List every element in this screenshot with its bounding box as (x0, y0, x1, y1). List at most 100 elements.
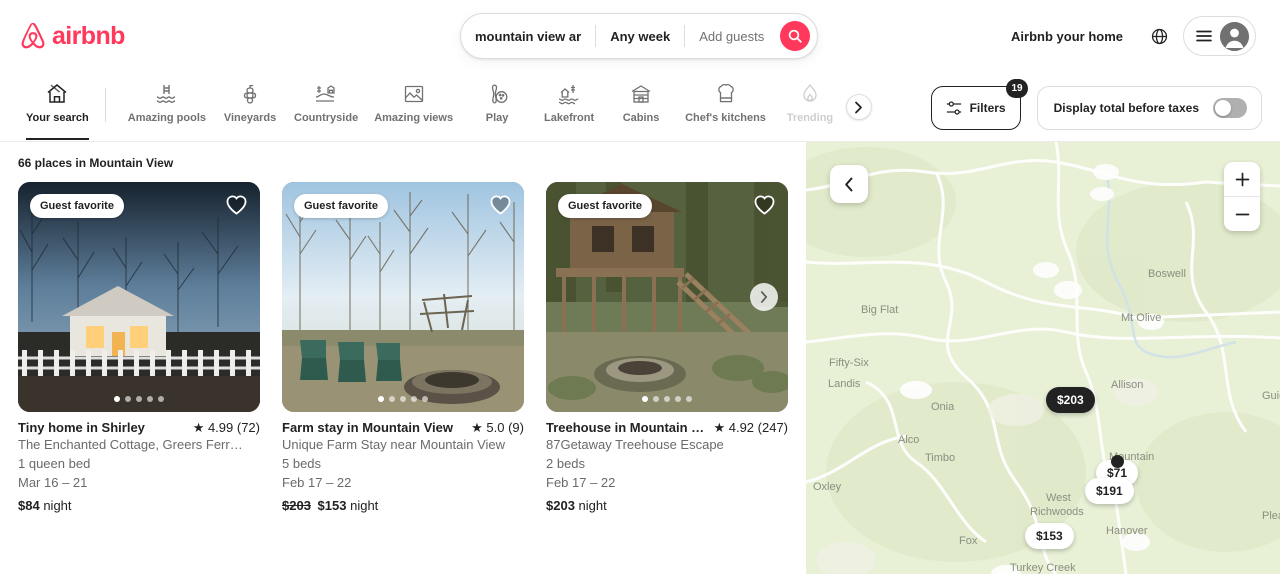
listing-grid: Guest favorite Tiny home in Shirley ★ 4.… (18, 182, 788, 513)
listing-details: Tiny home in Shirley ★ 4.99 (72) The Enc… (18, 412, 260, 513)
carousel-dot[interactable] (136, 396, 142, 402)
search-dates-input[interactable]: Any week (596, 14, 684, 58)
category-countryside[interactable]: Countryside (286, 80, 366, 132)
carousel-dot[interactable] (400, 396, 406, 402)
guest-favorite-badge: Guest favorite (294, 194, 388, 218)
carousel-next-button[interactable] (750, 283, 778, 311)
image-carousel-dots[interactable] (546, 396, 788, 402)
avatar (1220, 21, 1249, 51)
globe-icon (1151, 28, 1167, 44)
map-price-pin-selected[interactable]: $203 (1046, 387, 1095, 413)
sliders-icon (946, 101, 961, 115)
carousel-dot[interactable] (422, 396, 428, 402)
listing-beds: 1 queen bed (18, 455, 91, 471)
carousel-dot[interactable] (653, 396, 659, 402)
carousel-dot[interactable] (147, 396, 153, 402)
carousel-dot[interactable] (642, 396, 648, 402)
carousel-dot[interactable] (389, 396, 395, 402)
listing-card[interactable]: Guest favorite (546, 182, 788, 513)
category-amazing-views[interactable]: Amazing views (366, 80, 461, 132)
listing-title: Farm stay in Mountain View (282, 420, 453, 435)
filters-button[interactable]: Filters 19 (930, 79, 1028, 130)
listing-image[interactable]: Guest favorite (18, 182, 260, 412)
display-total-before-taxes[interactable]: Display total before taxes (1036, 86, 1262, 130)
lakefront-icon (557, 82, 581, 106)
favorite-button[interactable] (225, 194, 248, 220)
language-button[interactable] (1141, 18, 1177, 54)
listing-subtitle: 87Getaway Treehouse Escape (546, 437, 724, 452)
listing-card[interactable]: Guest favorite (282, 182, 524, 513)
airbnb-wordmark: airbnb (52, 21, 125, 50)
heart-icon (490, 195, 511, 215)
display-total-toggle[interactable] (1213, 98, 1247, 118)
airbnb-search-page: airbnb mountain view ar Any week Add gue… (0, 0, 1280, 574)
carousel-dot[interactable] (114, 396, 120, 402)
search-guests-input[interactable]: Add guests (685, 14, 778, 58)
category-your-search[interactable]: Your search (18, 80, 97, 140)
listing-details: Treehouse in Mountain … ★ 4.92 (247) 87G… (546, 412, 788, 513)
minus-icon (1235, 213, 1249, 215)
chairs (300, 340, 402, 382)
results-count: 66 places in Mountain View (18, 156, 174, 170)
map-zoom-out-button[interactable] (1224, 197, 1260, 231)
image-carousel-dots[interactable] (282, 396, 524, 402)
category-cabins[interactable]: Cabins (605, 80, 677, 132)
flame-icon (798, 82, 822, 106)
carousel-dot[interactable] (378, 396, 384, 402)
filters-count-badge: 19 (1006, 79, 1028, 98)
listing-price-unit: night (578, 497, 607, 513)
category-label: Your search (26, 112, 89, 124)
listing-image[interactable]: Guest favorite (282, 182, 524, 412)
map-zoom-in-button[interactable] (1224, 162, 1260, 196)
carousel-dot[interactable] (158, 396, 164, 402)
favorite-button[interactable] (489, 194, 512, 220)
map-zoom-controls[interactable] (1224, 162, 1260, 231)
favorite-button[interactable] (753, 194, 776, 220)
listing-title-row: Tiny home in Shirley ★ 4.99 (72) (18, 420, 260, 436)
category-amazing-pools[interactable]: Amazing pools (120, 80, 214, 132)
chef-hat-icon (714, 82, 738, 106)
category-trending[interactable]: Trending (774, 80, 846, 132)
category-play[interactable]: Play (461, 80, 533, 132)
chevron-right-icon (855, 101, 863, 113)
category-chefs-kitchens[interactable]: Chef's kitchens (677, 80, 774, 132)
category-label: Amazing pools (127, 112, 207, 124)
carousel-dot[interactable] (686, 396, 692, 402)
search-submit-button[interactable] (780, 21, 810, 51)
listing-price-original: $203 (282, 497, 311, 513)
house-search-icon (45, 82, 69, 106)
carousel-dot[interactable] (664, 396, 670, 402)
guest-favorite-badge: Guest favorite (558, 194, 652, 218)
map-price-pin[interactable]: $153 (1025, 523, 1074, 549)
map-collapse-button[interactable] (830, 165, 868, 203)
map-price-pin[interactable]: $191 (1085, 478, 1134, 504)
carousel-dot[interactable] (411, 396, 417, 402)
category-bar: Your search Amazing pools Vineyards Coun… (0, 72, 1280, 142)
listing-details: Farm stay in Mountain View ★ 5.0 (9) Uni… (282, 412, 524, 513)
pool-icon (155, 82, 179, 106)
search-bar[interactable]: mountain view ar Any week Add guests (460, 13, 818, 59)
carousel-dot[interactable] (675, 396, 681, 402)
category-vineyards[interactable]: Vineyards (214, 80, 286, 132)
listing-subtitle: The Enchanted Cottage, Greers Ferr… (18, 437, 243, 452)
airbnb-logo[interactable]: airbnb (18, 20, 125, 52)
airbnb-your-home-link[interactable]: Airbnb your home (999, 19, 1135, 54)
image-carousel-dots[interactable] (18, 396, 260, 402)
listing-dates: Feb 17 – 22 (546, 474, 616, 490)
header-actions: Airbnb your home (999, 16, 1256, 56)
listing-card[interactable]: Guest favorite (18, 182, 260, 513)
site-header: airbnb mountain view ar Any week Add gue… (0, 0, 1280, 72)
view-frame-icon (402, 82, 426, 106)
carousel-dot[interactable] (125, 396, 131, 402)
listing-title: Tiny home in Shirley (18, 420, 145, 435)
category-label: Countryside (294, 112, 359, 124)
category-label: Play (485, 112, 509, 124)
map-panel[interactable]: Big Flat Boswell Mt Olive Fifty-Six Land… (806, 142, 1280, 574)
category-lakefront[interactable]: Lakefront (533, 80, 605, 132)
search-location-input[interactable]: mountain view ar (461, 14, 595, 58)
category-scroller[interactable]: Your search Amazing pools Vineyards Coun… (18, 80, 915, 140)
listing-rating: ★ 4.99 (72) (192, 420, 260, 435)
listing-image[interactable]: Guest favorite (546, 182, 788, 412)
profile-menu-button[interactable] (1183, 16, 1256, 56)
category-next-button[interactable] (845, 94, 872, 120)
